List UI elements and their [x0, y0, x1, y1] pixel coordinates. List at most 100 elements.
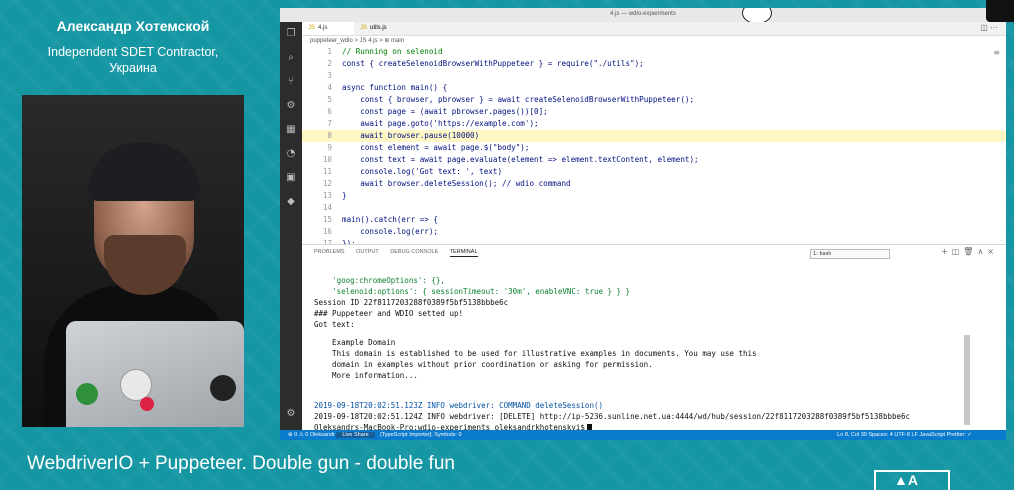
- search-icon[interactable]: ⌕: [285, 52, 297, 64]
- line-text: const text = await page.evaluate(element…: [342, 155, 699, 164]
- panel-tabs: PROBLEMS OUTPUT DEBUG CONSOLE TERMINAL: [314, 249, 488, 257]
- code-line[interactable]: 3: [302, 70, 1006, 82]
- breadcrumb[interactable]: puppeteer_wdio > JS 4.js > ⊕ main: [310, 37, 404, 44]
- tab-problems[interactable]: PROBLEMS: [314, 249, 345, 255]
- docker-icon[interactable]: ◆: [285, 196, 297, 208]
- code-line[interactable]: 4 async function main() {: [302, 82, 1006, 94]
- line-text: }: [342, 191, 347, 200]
- add-terminal-icon[interactable]: +: [941, 247, 952, 256]
- line-text: const page = (await pbrowser.pages())[0]…: [342, 107, 548, 116]
- trash-icon[interactable]: 🗑: [963, 247, 977, 256]
- line-number: 4: [327, 83, 332, 92]
- live-share-icon[interactable]: ◔: [285, 148, 297, 160]
- line-text: async function main() {: [342, 83, 448, 92]
- terminal-line: 'goog:chromeOptions': {},: [314, 276, 445, 285]
- close-panel-icon[interactable]: ×: [987, 247, 998, 256]
- code-line[interactable]: 9 const element = await page.$("body");: [302, 142, 1006, 154]
- line-text: await page.goto('https://example.com');: [342, 119, 539, 128]
- terminal-line: domain in examples without prior coordin…: [314, 360, 653, 369]
- speaker-webcam: [22, 95, 244, 427]
- importer-status[interactable]: [TypeScript Importer]: Symbols: 0: [380, 432, 461, 438]
- line-number: 1: [327, 47, 332, 56]
- debug-icon[interactable]: ⚙: [285, 100, 297, 112]
- status-problems[interactable]: ⊗ 0 ⚠ 0 Oleksandr: [288, 432, 335, 438]
- line-text: const { createSelenoidBrowserWithPuppete…: [342, 59, 644, 68]
- code-line[interactable]: 15 main().catch(err => {: [302, 214, 1006, 226]
- tab-terminal[interactable]: TERMINAL: [449, 249, 478, 257]
- window-title: 4.js — wdio-experiments: [610, 11, 676, 17]
- status-left: ⊗ 0 ⚠ 0 Oleksandr Live Share [TypeScript…: [288, 430, 462, 440]
- code-line[interactable]: 1 // Running on selenoid: [302, 46, 1006, 58]
- code-line[interactable]: 7 await page.goto('https://example.com')…: [302, 118, 1006, 130]
- code-editor[interactable]: ≡ 1// Running on selenoid 2 const { create…: [302, 46, 1006, 248]
- editor-tab-bar: JS 4.js JS utils.js ◫ ⋯: [302, 22, 1006, 36]
- line-text: // Running on selenoid: [342, 47, 443, 56]
- more-actions-icon[interactable]: ⋯: [990, 23, 998, 32]
- activity-bar: ❐ ⌕ ⑂ ⚙ ▦ ◔ ▣ ◆ ⚙: [280, 22, 302, 430]
- line-text: main().catch(err => {: [342, 215, 439, 224]
- terminal-scrollbar[interactable]: [964, 335, 970, 425]
- tab-utils-js[interactable]: JS utils.js: [354, 22, 418, 35]
- code-line[interactable]: 2 const { createSelenoidBrowserWithPuppet…: [302, 58, 1006, 70]
- laptop-sticker: [140, 397, 154, 411]
- status-bar: ⊗ 0 ⚠ 0 Oleksandr Live Share [TypeScript…: [280, 430, 1006, 440]
- code-line[interactable]: 5 const { browser, pbrowser } = await cr…: [302, 94, 1006, 106]
- terminal-line: Session ID 22f8117203288f0389f5bf5138bbb…: [314, 298, 509, 307]
- tab-4-js[interactable]: JS 4.js: [302, 22, 354, 35]
- line-number: 7: [327, 119, 332, 128]
- settings-gear-icon[interactable]: ⚙: [285, 408, 297, 420]
- terminal-line: Got text:: [314, 320, 355, 329]
- line-number: 15: [322, 215, 332, 224]
- speaker-country: Украина: [109, 61, 157, 75]
- status-right[interactable]: Ln 8, Col 30 Spaces: 4 UTF-8 LF JavaScri…: [837, 430, 972, 440]
- split-terminal-icon[interactable]: ◫: [952, 247, 964, 256]
- code-line[interactable]: 13}: [302, 190, 1006, 202]
- maximize-panel-icon[interactable]: ∧: [977, 247, 987, 256]
- line-text: const { browser, pbrowser } = await crea…: [342, 95, 695, 104]
- line-number: 3: [327, 71, 332, 80]
- line-number: 13: [322, 191, 332, 200]
- terminal-actions: +◫🗑∧×: [941, 247, 998, 256]
- code-line[interactable]: 16 console.log(err);: [302, 226, 1006, 238]
- terminal-line: More information...: [314, 371, 418, 380]
- line-number: 16: [322, 227, 332, 236]
- line-number: 11: [322, 167, 332, 176]
- tab-output[interactable]: OUTPUT: [356, 249, 379, 255]
- corner-overlay: [986, 0, 1014, 22]
- terminal-line: 'selenoid:options': { sessionTimeout: '3…: [314, 287, 631, 296]
- remote-icon[interactable]: ▣: [285, 172, 297, 184]
- terminal-line: This domain is established to be used fo…: [314, 349, 757, 358]
- code-line[interactable]: 12 await browser.deleteSession(); // wdi…: [302, 178, 1006, 190]
- window-titlebar: 4.js — wdio-experiments: [280, 8, 1006, 23]
- line-number: 6: [327, 107, 332, 116]
- terminal-select[interactable]: 1: bash: [810, 249, 890, 259]
- bottom-panel: PROBLEMS OUTPUT DEBUG CONSOLE TERMINAL 1…: [302, 244, 1006, 433]
- line-number: 14: [322, 203, 332, 212]
- code-line[interactable]: 11 console.log('Got text: ', text): [302, 166, 1006, 178]
- terminal-line: ### Puppeteer and WDIO setted up!: [314, 309, 464, 318]
- source-control-icon[interactable]: ⑂: [285, 76, 297, 88]
- code-line[interactable]: 8 await browser.pause(10000): [302, 130, 1006, 142]
- line-text: console.log('Got text: ', text): [342, 167, 503, 176]
- terminal-line: Example Domain: [314, 338, 396, 347]
- explorer-icon[interactable]: ❐: [285, 28, 297, 40]
- code-line[interactable]: 14: [302, 202, 1006, 214]
- code-line[interactable]: 10 const text = await page.evaluate(elem…: [302, 154, 1006, 166]
- conference-logo-mark: ▲A: [894, 472, 918, 488]
- line-text: await browser.deleteSession(); // wdio c…: [342, 179, 571, 188]
- terminal-line: 2019-09-18T20:02:51.123Z INFO webdriver:…: [314, 401, 603, 410]
- line-number: 5: [327, 95, 332, 104]
- speaker-info: Александр Хотемской Independent SDET Con…: [22, 18, 244, 76]
- speaker-role: Independent SDET Contractor,: [47, 45, 219, 59]
- line-text: await browser.pause(10000): [342, 131, 480, 140]
- tab-debug-console[interactable]: DEBUG CONSOLE: [390, 249, 438, 255]
- line-number: 9: [327, 143, 332, 152]
- line-number: 10: [322, 155, 332, 164]
- live-share-status[interactable]: Live Share: [336, 432, 375, 438]
- split-editor-icon[interactable]: ◫: [980, 23, 988, 32]
- line-text: console.log(err);: [342, 227, 439, 236]
- code-line[interactable]: 6 const page = (await pbrowser.pages())[…: [302, 106, 1006, 118]
- line-text: const element = await page.$("body");: [342, 143, 530, 152]
- extensions-icon[interactable]: ▦: [285, 124, 297, 136]
- speaker-name: Александр Хотемской: [56, 18, 210, 34]
